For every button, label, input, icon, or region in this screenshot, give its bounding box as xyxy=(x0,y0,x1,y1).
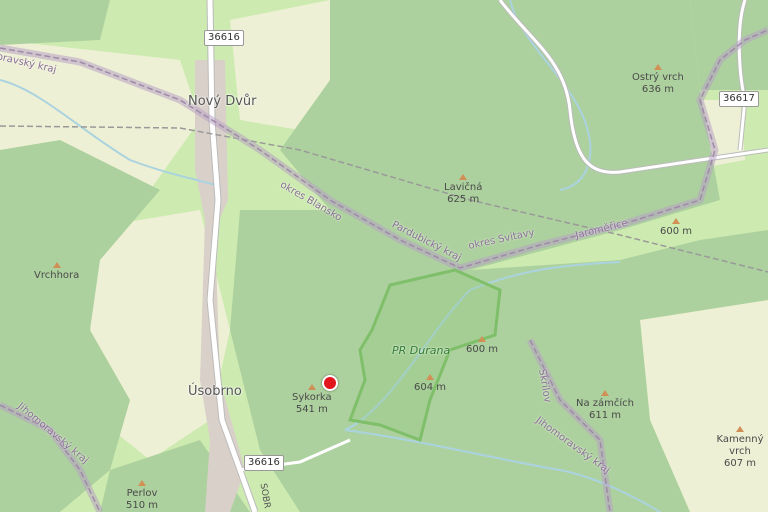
peak-name: Lavičná xyxy=(444,182,483,193)
peak-elevation: 625 m xyxy=(447,194,480,205)
peak-icon xyxy=(459,174,468,180)
peak-name: Vrchhora xyxy=(34,270,80,281)
peak-kamenny-vrch[interactable]: Kamenný vrch 607 m xyxy=(714,426,766,470)
map-view[interactable]: 36616 36617 36616 Nový Dvůr Úsobrno Jaro… xyxy=(0,0,768,512)
peak-600m-east[interactable]: 600 m xyxy=(660,218,692,238)
peak-icon xyxy=(426,374,434,380)
road-shield-36617: 36617 xyxy=(719,91,759,107)
road-shield-36616: 36616 xyxy=(244,455,284,471)
peak-icon xyxy=(736,426,744,432)
location-marker[interactable] xyxy=(322,375,338,391)
peak-elevation: 604 m xyxy=(414,382,447,393)
peak-icon xyxy=(52,262,61,268)
road-shield-36616: 36616 xyxy=(204,30,244,46)
peak-name: Ostrý vrch xyxy=(632,72,684,83)
place-label-usobrno: Úsobrno xyxy=(188,384,242,399)
peak-icon xyxy=(653,64,662,70)
peak-604m[interactable]: 604 m xyxy=(414,374,446,394)
peak-icon xyxy=(672,218,680,224)
peak-icon xyxy=(478,336,486,342)
peak-icon xyxy=(601,390,610,396)
peak-elevation: 510 m xyxy=(126,500,159,511)
peak-elevation: 636 m xyxy=(641,84,674,95)
peak-lavicna[interactable]: Lavičná 625 m xyxy=(444,174,482,206)
peak-ostry-vrch[interactable]: Ostrý vrch 636 m xyxy=(632,64,684,96)
peak-name: Sykorka xyxy=(292,392,332,403)
place-label-novy-dvur: Nový Dvůr xyxy=(188,94,257,109)
peak-icon xyxy=(307,384,316,390)
peak-name: Na zámčích xyxy=(576,398,635,409)
peak-name: Kamenný vrch xyxy=(716,434,764,457)
peak-icon xyxy=(138,480,146,486)
peak-perlov[interactable]: Perlov 510 m xyxy=(126,480,158,512)
peak-elevation: 541 m xyxy=(295,404,328,415)
forest-area xyxy=(690,0,768,90)
peak-elevation: 600 m xyxy=(466,344,499,355)
forest-area xyxy=(0,0,110,45)
peak-elevation: 607 m xyxy=(723,458,756,469)
peak-vrchhora[interactable]: Vrchhora xyxy=(34,262,79,282)
peak-na-zamcich[interactable]: Na zámčích 611 m xyxy=(576,390,634,422)
peak-name: Perlov xyxy=(126,488,158,499)
nature-reserve-label: PR Durana xyxy=(392,344,451,357)
peak-elevation: 600 m xyxy=(660,226,693,237)
peak-elevation: 611 m xyxy=(589,410,622,421)
peak-600m-reserve[interactable]: 600 m xyxy=(466,336,498,356)
